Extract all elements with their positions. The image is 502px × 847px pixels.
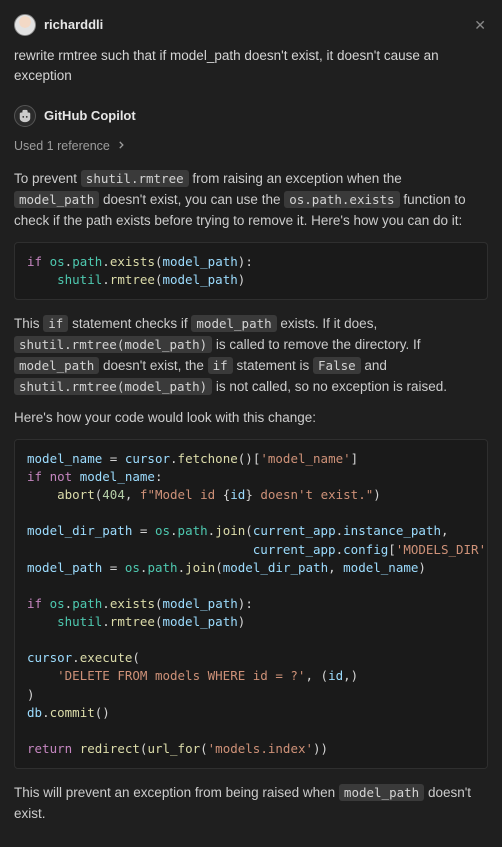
user-author-label: richarddli (44, 15, 103, 35)
user-message-header: richarddli ✕ (14, 14, 488, 36)
inline-code: model_path (339, 784, 424, 801)
close-icon[interactable]: ✕ (472, 16, 488, 34)
copilot-avatar-icon (14, 105, 36, 127)
user-avatar-icon (14, 14, 36, 36)
inline-code: if (43, 315, 68, 332)
inline-code: model_path (14, 191, 99, 208)
inline-code: False (313, 357, 361, 374)
references-toggle[interactable]: Used 1 reference (14, 137, 488, 156)
inline-code: shutil.rmtree (81, 170, 189, 187)
assistant-message-header: GitHub Copilot (14, 105, 488, 127)
inline-code: shutil.rmtree(model_path) (14, 336, 212, 353)
user-message: richarddli ✕ rewrite rmtree such that if… (14, 14, 488, 87)
code-block-1[interactable]: if os.path.exists(model_path): shutil.rm… (14, 242, 488, 300)
assistant-paragraph-2: This if statement checks if model_path e… (14, 314, 488, 398)
user-message-text: rewrite rmtree such that if model_path d… (14, 46, 488, 87)
assistant-paragraph-3: Here's how your code would look with thi… (14, 408, 488, 429)
inline-code: os.path.exists (284, 191, 399, 208)
assistant-paragraph-4: This will prevent an exception from bein… (14, 783, 488, 825)
assistant-paragraph-1: To prevent shutil.rmtree from raising an… (14, 169, 488, 232)
inline-code: shutil.rmtree(model_path) (14, 378, 212, 395)
references-label: Used 1 reference (14, 137, 110, 156)
assistant-message: GitHub Copilot Used 1 reference To preve… (14, 105, 488, 825)
inline-code: if (208, 357, 233, 374)
inline-code: model_path (14, 357, 99, 374)
assistant-author-label: GitHub Copilot (44, 106, 136, 126)
code-block-2[interactable]: model_name = cursor.fetchone()['model_na… (14, 439, 488, 769)
chevron-right-icon (116, 137, 126, 156)
inline-code: model_path (191, 315, 276, 332)
